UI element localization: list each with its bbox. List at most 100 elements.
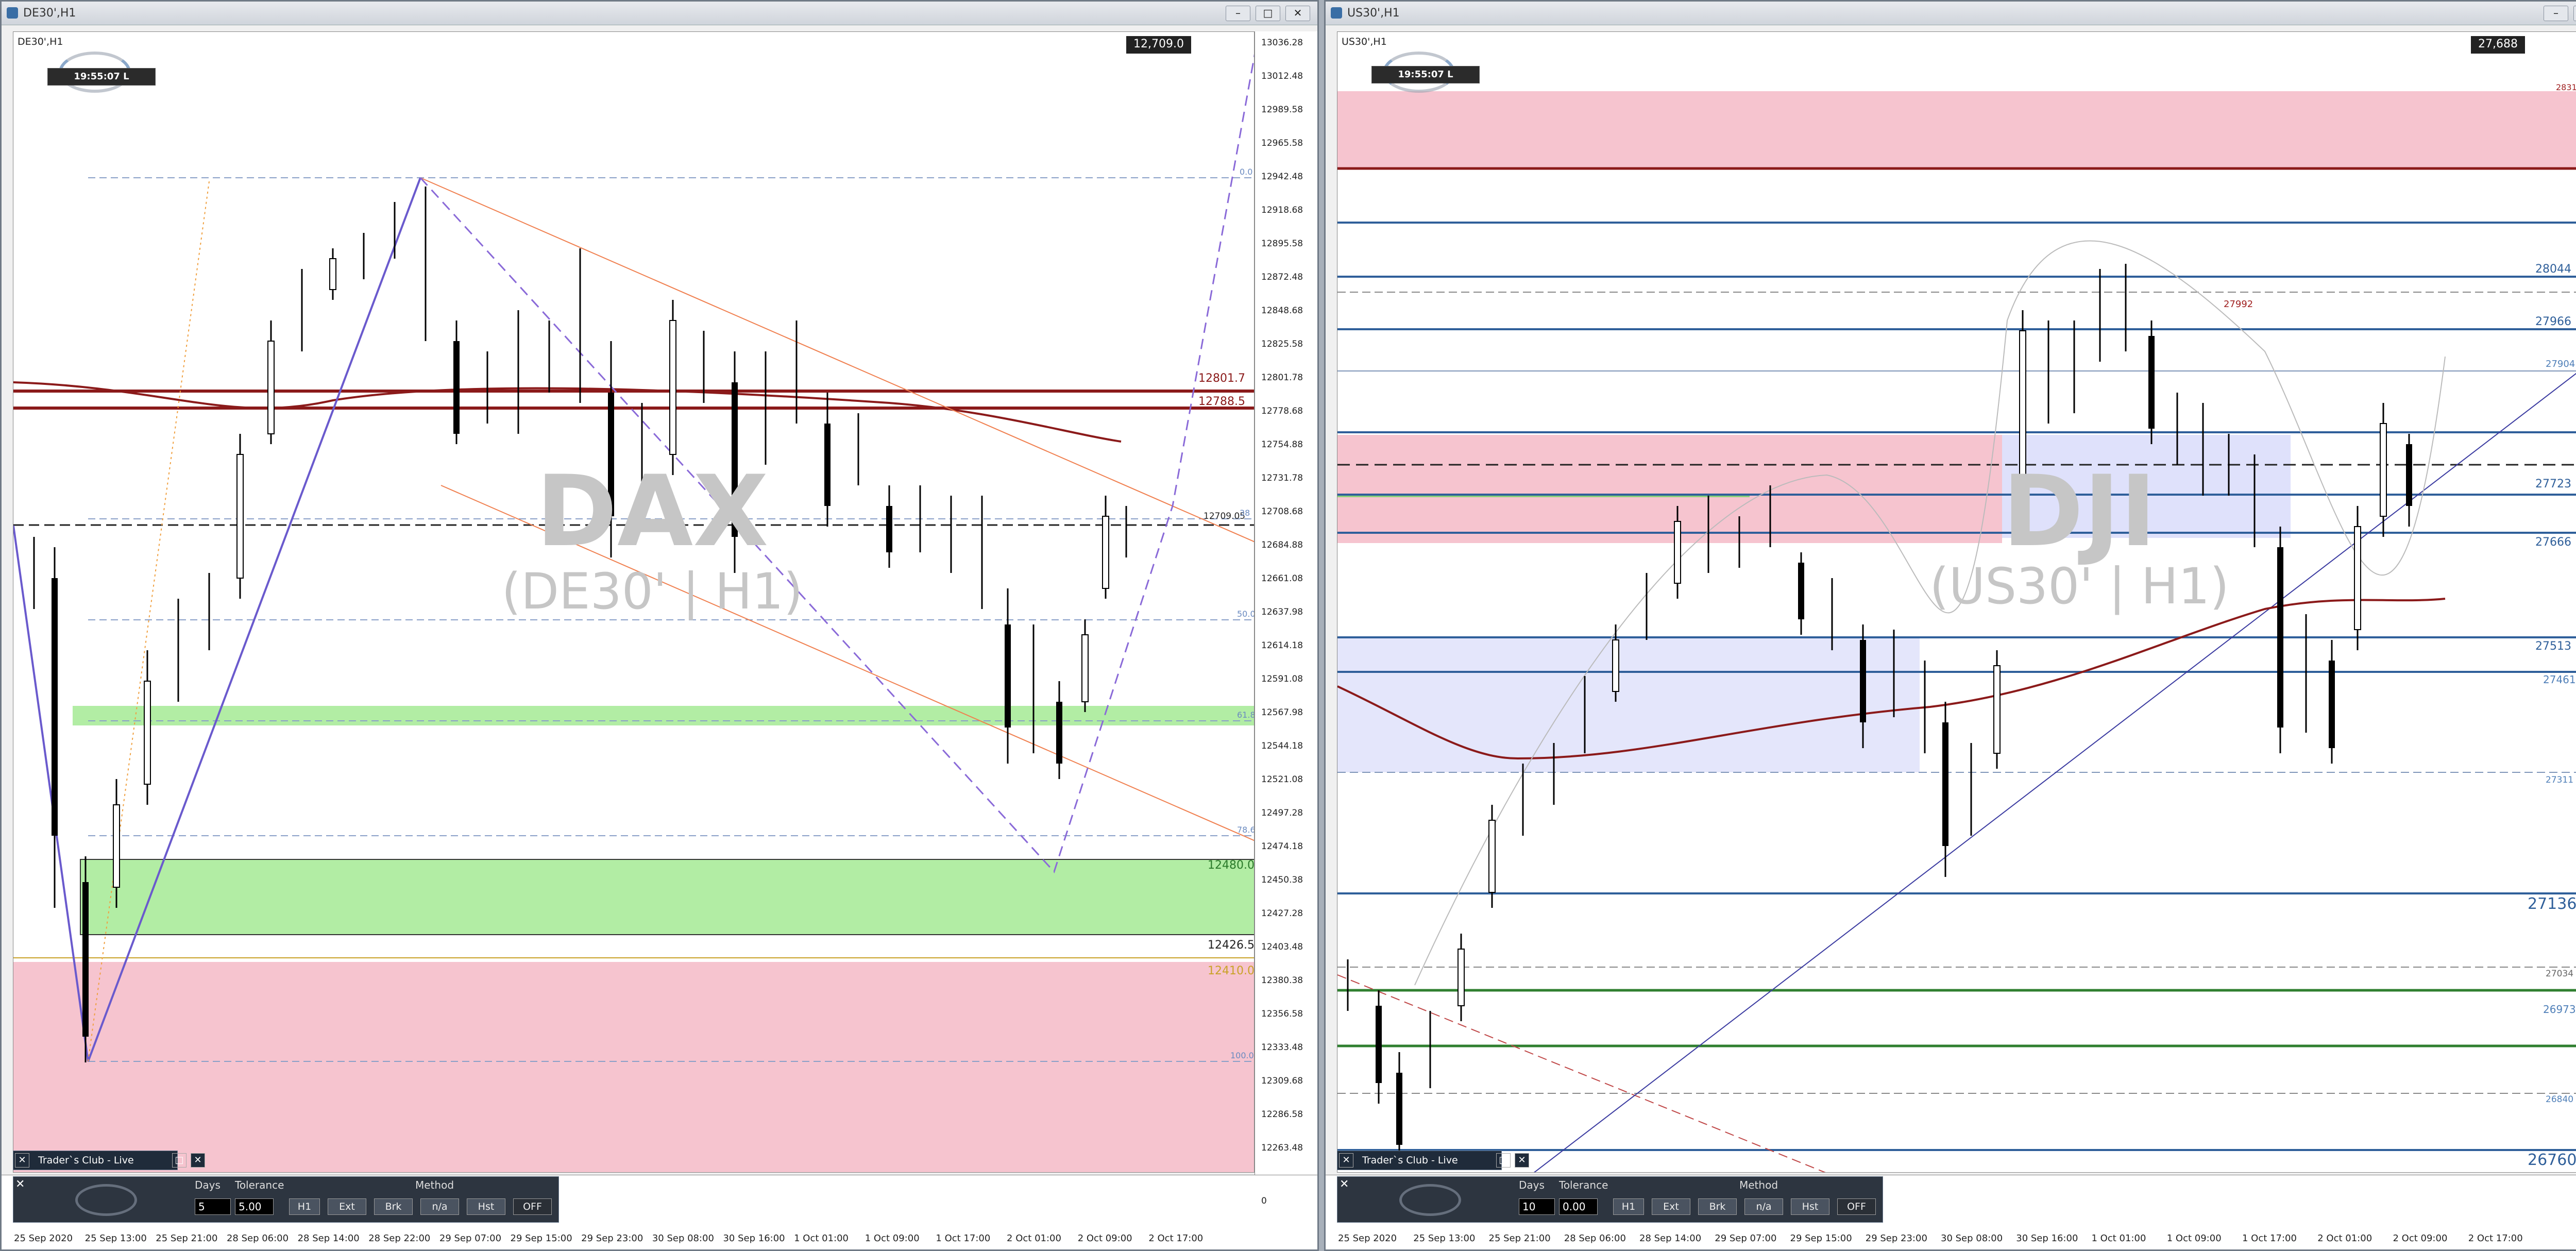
- close-icon[interactable]: ✕: [1339, 1153, 1353, 1168]
- price-tick-label: 12661.08: [1261, 573, 1303, 584]
- chart-window-dax[interactable]: DE30',H1 – □ ✕ DE30',H1 19:55:07 L 12,70…: [0, 0, 1319, 1251]
- time-tick-label: 1 Oct 01:00: [2091, 1233, 2146, 1244]
- price-axis[interactable]: 13036.28 13012.48 12989.58 12965.58 12942.48…: [1255, 31, 1317, 1175]
- price-tick-label: 12497.28: [1261, 808, 1303, 818]
- timeframe-button[interactable]: H1: [289, 1198, 320, 1215]
- price-tick-label: 12309.68: [1261, 1076, 1303, 1086]
- days-input[interactable]: 10: [1519, 1198, 1555, 1215]
- price-tick-label: 12895.58: [1261, 239, 1303, 249]
- brk-button[interactable]: Brk: [374, 1198, 413, 1215]
- chart-plot-area[interactable]: DE30',H1 19:55:07 L 12,709.0 DAX (DE30' …: [13, 31, 1255, 1173]
- price-tick-label: 12825.58: [1261, 339, 1303, 349]
- time-tick-label: 28 Sep 06:00: [1564, 1233, 1626, 1244]
- maximize-button[interactable]: □: [1256, 6, 1280, 21]
- window-title: US30',H1: [1347, 7, 1400, 20]
- symbol-watermark: DAX: [536, 454, 769, 568]
- tolerance-input[interactable]: 0.00: [1559, 1198, 1598, 1215]
- minimize-button[interactable]: –: [2544, 6, 2568, 21]
- time-tick-label: 29 Sep 23:00: [1865, 1233, 1927, 1244]
- price-tick-label: 12942.48: [1261, 172, 1303, 182]
- price-tick-label: 12872.48: [1261, 272, 1303, 282]
- maximize-button[interactable]: □: [2573, 6, 2576, 21]
- time-tick-label: 30 Sep 16:00: [2016, 1233, 2078, 1244]
- off-toggle[interactable]: OFF: [1837, 1198, 1876, 1215]
- panel-tab[interactable]: Trader`s Club - Live ✕ □ ✕: [1337, 1151, 1529, 1170]
- time-tick-label: 28 Sep 06:00: [226, 1233, 289, 1244]
- off-toggle[interactable]: OFF: [513, 1198, 552, 1215]
- panel-tab-label: Trader`s Club - Live: [1362, 1155, 1458, 1166]
- price-tick-label: 12731.78: [1261, 473, 1303, 483]
- fib-label: 50.0: [1237, 609, 1255, 619]
- tolerance-input[interactable]: 5.00: [235, 1198, 274, 1215]
- price-tick-label: 13012.48: [1261, 71, 1303, 81]
- price-tick-label: 12427.28: [1261, 908, 1303, 919]
- level-label: 27311: [2546, 775, 2574, 785]
- chart-window-dji[interactable]: US30',H1 – □ ✕: [1324, 0, 2576, 1251]
- close-icon[interactable]: ✕: [1340, 1178, 1349, 1191]
- level-label: 12410.0: [1208, 965, 1255, 977]
- time-tick-label: 30 Sep 08:00: [652, 1233, 714, 1244]
- level-label: 27904: [2546, 359, 2575, 369]
- chart-plot-area[interactable]: US30',H1 19:55:07 L 27,688 DJI (US30' | …: [1337, 31, 2576, 1173]
- days-input[interactable]: 5: [195, 1198, 231, 1215]
- time-tick-label: 25 Sep 2020: [14, 1233, 73, 1244]
- fib-label: 0.0: [1240, 167, 1253, 177]
- level-label: 26760: [2528, 1151, 2576, 1169]
- minimize-button[interactable]: –: [1226, 6, 1250, 21]
- broker-logo-icon: [75, 1184, 137, 1216]
- close-icon[interactable]: ✕: [15, 1153, 29, 1168]
- timeframe-button[interactable]: H1: [1613, 1198, 1644, 1215]
- window-icon[interactable]: □: [172, 1153, 187, 1168]
- title-bar[interactable]: DE30',H1 – □ ✕: [2, 2, 1317, 25]
- price-tick-label: 13036.28: [1261, 38, 1303, 48]
- hst-button[interactable]: Hst: [1791, 1198, 1829, 1215]
- symbol-watermark-sub: (US30' | H1): [1929, 557, 2229, 615]
- panel-tab[interactable]: Trader`s Club - Live ✕ □ ✕: [13, 1151, 205, 1170]
- brk-button[interactable]: Brk: [1698, 1198, 1737, 1215]
- server-clock: 19:55:07 L: [1371, 66, 1480, 83]
- price-tick-label: 12637.98: [1261, 607, 1303, 617]
- window-title: DE30',H1: [23, 7, 76, 20]
- level-label: 27034: [2546, 969, 2574, 979]
- time-tick-label: 1 Oct 17:00: [936, 1233, 991, 1244]
- method-select[interactable]: n/a: [1744, 1198, 1783, 1215]
- price-tick-label: 12333.48: [1261, 1042, 1303, 1053]
- tolerance-label: Tolerance: [235, 1179, 284, 1191]
- close-icon[interactable]: ✕: [15, 1178, 25, 1191]
- broker-logo-icon: [1399, 1184, 1461, 1216]
- window-icon[interactable]: □: [1496, 1153, 1511, 1168]
- indicator-panel: Trader`s Club - Live ✕ □ ✕ ✕ Days Tolera…: [13, 1151, 559, 1228]
- time-tick-label: 28 Sep 22:00: [368, 1233, 431, 1244]
- method-label: Method: [415, 1179, 454, 1191]
- time-tick-label: 1 Oct 09:00: [2166, 1233, 2222, 1244]
- price-tick-label: 12778.68: [1261, 406, 1303, 416]
- time-tick-label: 25 Sep 13:00: [1413, 1233, 1476, 1244]
- symbol-watermark: DJI: [2002, 454, 2157, 568]
- time-tick-label: 2 Oct 17:00: [1148, 1233, 1204, 1244]
- fib-label: 100.0: [1230, 1051, 1254, 1060]
- current-price-box: 27,688: [2471, 36, 2525, 54]
- close-tab-icon[interactable]: ✕: [191, 1153, 205, 1168]
- method-label: Method: [1739, 1179, 1778, 1191]
- days-label: Days: [195, 1179, 221, 1191]
- time-tick-label: 25 Sep 21:00: [1488, 1233, 1551, 1244]
- level-label: 27723: [2535, 478, 2571, 491]
- close-button[interactable]: ✕: [1285, 6, 1310, 21]
- price-tick-label: 12403.48: [1261, 942, 1303, 952]
- title-bar[interactable]: US30',H1 – □ ✕: [1326, 2, 2576, 25]
- ext-button[interactable]: Ext: [328, 1198, 366, 1215]
- level-label: 27666: [2535, 536, 2571, 549]
- method-select[interactable]: n/a: [420, 1198, 459, 1215]
- level-label: 28044: [2535, 263, 2571, 276]
- level-label: 28313: [2556, 82, 2576, 92]
- time-tick-label: 25 Sep 21:00: [156, 1233, 218, 1244]
- price-tick-label: 12989.58: [1261, 105, 1303, 115]
- time-tick-label: 28 Sep 14:00: [1639, 1233, 1702, 1244]
- time-tick-label: 29 Sep 15:00: [510, 1233, 572, 1244]
- time-tick-label: 1 Oct 17:00: [2242, 1233, 2297, 1244]
- price-tick-label: 12614.18: [1261, 640, 1303, 651]
- symbol-label: US30',H1: [1342, 36, 1387, 47]
- hst-button[interactable]: Hst: [467, 1198, 505, 1215]
- close-tab-icon[interactable]: ✕: [1515, 1153, 1529, 1168]
- ext-button[interactable]: Ext: [1652, 1198, 1690, 1215]
